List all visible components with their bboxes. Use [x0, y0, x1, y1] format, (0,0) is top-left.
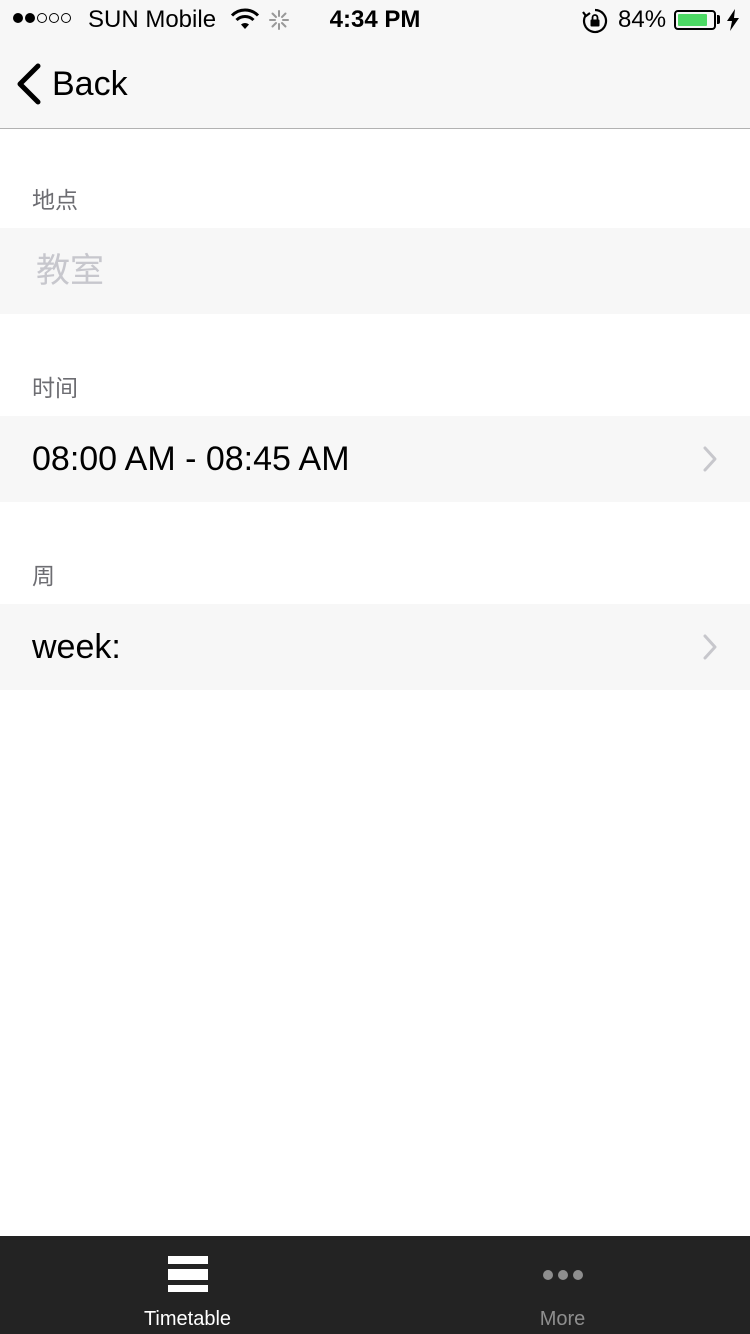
back-button[interactable]: Back — [14, 62, 128, 106]
location-input[interactable] — [36, 246, 716, 296]
location-section-label: 地点 — [32, 187, 78, 213]
tab-bar: Timetable More — [0, 1236, 750, 1334]
battery-icon — [674, 10, 716, 30]
location-row — [0, 228, 750, 314]
week-value: week: — [32, 628, 121, 666]
navigation-bar: Back — [0, 40, 750, 129]
battery-tip — [717, 15, 720, 24]
time-row[interactable]: 08:00 AM - 08:45 AM — [0, 416, 750, 502]
more-dots-icon — [542, 1268, 584, 1286]
tab-more-label: More — [539, 1308, 586, 1330]
week-section-label: 周 — [32, 563, 55, 589]
status-bar: SUN Mobile 4:34 PM 84% — [0, 0, 750, 40]
tab-timetable[interactable]: Timetable — [0, 1236, 375, 1334]
chevron-left-icon — [17, 63, 41, 105]
tab-more[interactable]: More — [375, 1236, 750, 1334]
battery-percentage: 84% — [618, 6, 667, 33]
back-button-label: Back — [52, 65, 128, 103]
time-value: 08:00 AM - 08:45 AM — [32, 440, 350, 478]
timetable-icon — [167, 1256, 208, 1297]
chevron-right-icon — [703, 634, 717, 660]
chevron-right-icon — [703, 446, 717, 472]
week-row[interactable]: week: — [0, 604, 750, 690]
orientation-lock-icon — [582, 8, 608, 39]
time-section-label: 时间 — [32, 375, 78, 401]
tab-timetable-label: Timetable — [143, 1308, 232, 1330]
charging-bolt-icon — [727, 9, 739, 36]
